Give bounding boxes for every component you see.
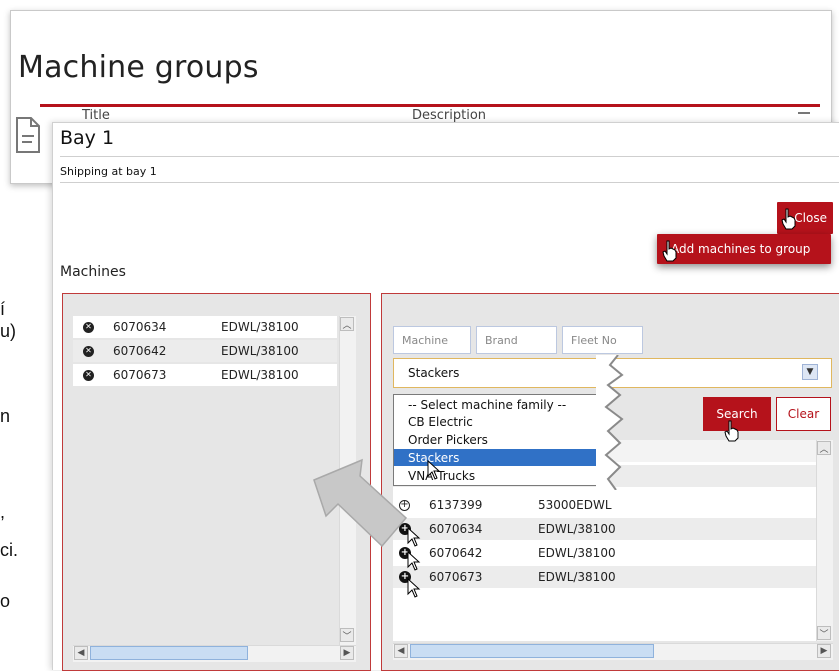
machine-model: EDWL/38100 [538,522,616,536]
add-machines-button[interactable]: Add machines to group [657,234,831,264]
x-circle-icon[interactable]: ✕ [83,345,94,357]
arrow-cursor-icon [407,578,421,598]
machine-model: 53000EDWL [538,498,612,512]
machine-family-selected: Stackers [408,366,460,380]
close-button-label: Close [794,211,827,225]
subtitle-divider [60,182,839,183]
dropdown-option[interactable]: -- Select machine family -- [394,396,606,413]
clear-button[interactable]: Clear [776,397,831,431]
scroll-down-button[interactable]: ﹀ [340,628,354,642]
dropdown-option[interactable]: CB Electric [394,413,606,430]
chevron-up-icon: ︿ [342,320,352,331]
arrow-cursor-icon [427,460,441,480]
torn-edge-overlay [596,355,624,490]
column-header-title[interactable]: Title [82,108,110,123]
edge-text-fragment: n [0,406,11,426]
column-menu-icon[interactable] [798,112,810,114]
machine-model: EDWL/38100 [221,368,299,382]
machine-model: EDWL/38100 [538,570,616,584]
machine-number: 6137399 [429,498,483,512]
remove-machine-button[interactable]: ✕ [83,345,97,357]
table-row: + 6137399 53000EDWL [393,494,816,516]
hand-cursor-icon [781,208,796,230]
chevron-right-icon: ▶ [343,648,351,658]
chevron-right-icon: ▶ [820,646,828,656]
x-circle-icon[interactable]: ✕ [83,321,94,333]
machine-model: EDWL/38100 [221,344,299,358]
arrow-cursor-icon [407,551,421,571]
machine-model: EDWL/38100 [221,320,299,334]
list-item: ✕ 6070642 EDWL/38100 [73,340,337,362]
edge-text-fragment: o [0,591,11,611]
scroll-left-button[interactable]: ◀ [394,644,408,658]
remove-machine-button[interactable]: ✕ [83,321,97,333]
dropdown-option-selected[interactable]: Stackers [394,449,606,466]
list-item: ✕ 6070673 EDWL/38100 [73,364,337,386]
header-divider [40,104,820,107]
machine-number: 6070673 [113,368,167,382]
x-circle-icon[interactable]: ✕ [83,369,94,381]
machine-number: 6070642 [113,344,167,358]
dialog-title: Bay 1 [60,127,115,149]
chevron-left-icon: ◀ [397,646,405,656]
title-divider [60,156,839,157]
scroll-right-button[interactable]: ▶ [817,644,831,658]
chevron-left-icon: ◀ [77,648,85,658]
machine-filter-input[interactable]: Machine [393,326,471,354]
remove-machine-button[interactable]: ✕ [83,369,97,381]
edge-text-fragment: í [0,299,6,319]
edge-text-fragment: u) [0,321,17,341]
horizontal-scroll-thumb[interactable] [90,646,248,660]
add-machines-label: Add machines to group [671,242,811,256]
document-icon [16,117,40,153]
arrow-cursor-icon [407,527,421,547]
table-row: + 6070642 EDWL/38100 [393,542,816,564]
right-vertical-scrollbar[interactable] [816,440,833,641]
table-row: + 6070634 EDWL/38100 [393,518,816,540]
search-button-label: Search [716,407,758,421]
chevron-up-icon: ︿ [819,444,829,455]
machine-model: EDWL/38100 [538,546,616,560]
machine-number: 6070634 [113,320,167,334]
brand-filter-input[interactable]: Brand [476,326,557,354]
scroll-up-button[interactable]: ︿ [817,441,831,455]
chevron-down-icon: ﹀ [342,631,352,642]
edge-text-fragment: ci. [0,540,18,560]
machine-number: 6070634 [429,522,483,536]
scroll-left-button[interactable]: ◀ [74,646,88,660]
machines-section-label: Machines [60,264,126,280]
scroll-down-button[interactable]: ﹀ [817,626,831,640]
table-row: + 6070673 EDWL/38100 [393,566,816,588]
chevron-down-icon[interactable]: ▼ [802,364,818,380]
page-title: Machine groups [18,50,259,85]
clear-button-label: Clear [787,407,820,421]
hand-cursor-icon [724,420,739,442]
list-item: ✕ 6070634 EDWL/38100 [73,316,337,338]
dialog-subtitle: Shipping at bay 1 [60,165,157,178]
scroll-up-button[interactable]: ︿ [340,317,354,331]
scroll-right-button[interactable]: ▶ [340,646,354,660]
dropdown-option[interactable]: VNA Trucks [394,467,606,484]
chevron-down-icon: ﹀ [819,629,829,640]
machine-number: 6070673 [429,570,483,584]
dropdown-option[interactable]: Order Pickers [394,431,606,448]
machine-number: 6070642 [429,546,483,560]
callout-arrow-icon [313,458,408,548]
horizontal-scroll-thumb[interactable] [410,644,654,658]
hand-cursor-icon [662,240,677,262]
edge-text-fragment: , [0,502,6,522]
fleet-filter-input[interactable]: Fleet No [562,326,643,354]
column-header-description[interactable]: Description [412,108,486,123]
